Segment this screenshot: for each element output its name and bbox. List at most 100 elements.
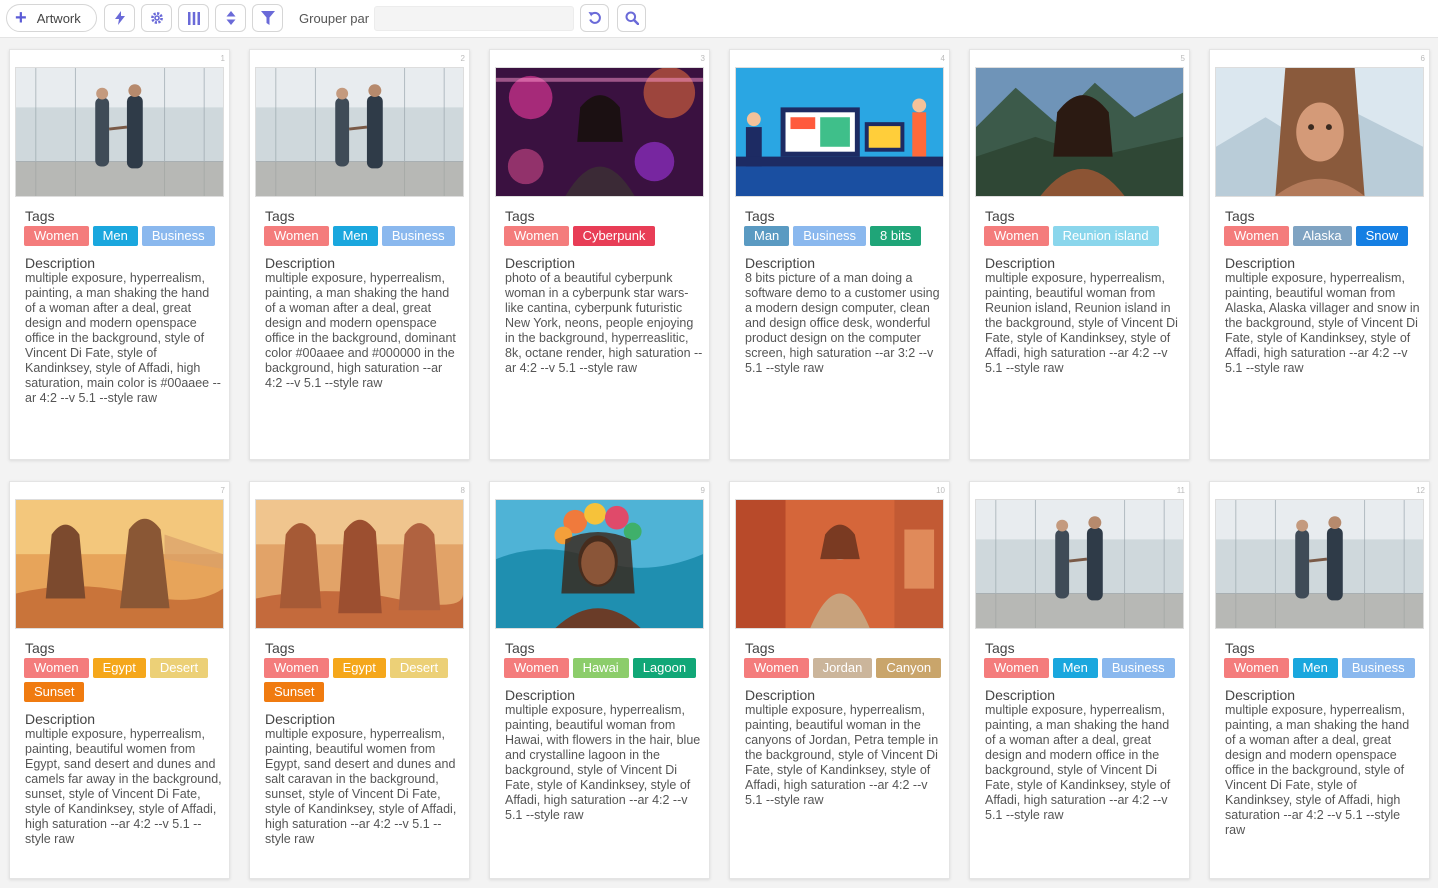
tag-list: Man Business 8 bits xyxy=(744,226,944,246)
tag-list: Women Men Business xyxy=(264,226,464,246)
tag-badge[interactable]: Business xyxy=(381,226,455,246)
tag-badge[interactable]: Jordan xyxy=(812,658,873,678)
add-artwork-button[interactable]: + Artwork xyxy=(6,4,97,32)
tag-badge[interactable]: Business xyxy=(141,226,215,246)
tag-badge[interactable]: Desert xyxy=(149,658,209,678)
artwork-card[interactable]: 5 Tags Women Reunion island Description multi… xyxy=(969,49,1190,460)
card-number: 2 xyxy=(460,54,465,63)
description-text: multiple exposure, hyperrealism, paintin… xyxy=(265,727,457,846)
filter-button[interactable] xyxy=(252,4,283,32)
tag-badge[interactable]: Sunset xyxy=(264,682,325,702)
tag-badge[interactable]: Alaska xyxy=(1292,226,1352,246)
tag-badge[interactable]: Hawai xyxy=(572,658,629,678)
artwork-card[interactable]: 4 Tags Man Business 8 bits Description 8 bits … xyxy=(729,49,950,460)
tag-badge[interactable]: Women xyxy=(984,658,1049,678)
egypt-caravan-image[interactable] xyxy=(255,499,464,629)
artwork-card[interactable]: 9 Tags Women Hawai Lagoon Description multiple… xyxy=(489,481,710,879)
tag-badge[interactable]: Business xyxy=(1341,658,1415,678)
tag-list: Women Men Business xyxy=(24,226,224,246)
description-heading: Description xyxy=(985,255,1056,271)
artwork-card[interactable]: 12 Tags Women Men Business Description multipl… xyxy=(1209,481,1430,879)
tag-badge[interactable]: Cyberpunk xyxy=(572,226,656,246)
card-number: 1 xyxy=(220,54,225,63)
tag-badge[interactable]: Men xyxy=(1292,658,1338,678)
tag-badge[interactable]: Women xyxy=(24,226,89,246)
card-number: 9 xyxy=(700,486,705,495)
description-heading: Description xyxy=(265,711,336,727)
description-text: 8 bits picture of a man doing a software… xyxy=(745,271,940,375)
tag-badge[interactable]: Egypt xyxy=(332,658,386,678)
tag-badge[interactable]: Women xyxy=(504,226,569,246)
card-number: 4 xyxy=(940,54,945,63)
business-handshake-image[interactable] xyxy=(1215,499,1424,629)
tag-badge[interactable]: Reunion island xyxy=(1052,226,1159,246)
jordan-woman-image[interactable] xyxy=(735,499,944,629)
artwork-card[interactable]: 11 Tags Women Men Business Description multipl… xyxy=(969,481,1190,879)
egypt-women-image[interactable] xyxy=(15,499,224,629)
description-heading: Description xyxy=(745,687,816,703)
tag-badge[interactable]: Canyon xyxy=(876,658,942,678)
description-text: multiple exposure, hyperrealism, paintin… xyxy=(985,703,1171,822)
columns-icon xyxy=(187,11,200,25)
artwork-card[interactable]: 8 Tags Women Egypt Desert Sunset Description mu… xyxy=(249,481,470,879)
pixel-office-image[interactable] xyxy=(735,67,944,197)
tags-heading: Tags xyxy=(505,640,535,656)
reset-button[interactable] xyxy=(580,4,609,32)
filter-icon xyxy=(260,11,275,25)
business-handshake-image[interactable] xyxy=(975,499,1184,629)
tag-badge[interactable]: Lagoon xyxy=(632,658,697,678)
settings-button[interactable] xyxy=(141,4,172,32)
tag-badge[interactable]: Men xyxy=(92,226,138,246)
business-handshake-image[interactable] xyxy=(15,67,224,197)
columns-button[interactable] xyxy=(178,4,209,32)
artwork-card[interactable]: 1 Tags Women Men Business Description multiple… xyxy=(9,49,230,460)
tag-badge[interactable]: Egypt xyxy=(92,658,146,678)
tag-list: Women Alaska Snow xyxy=(1224,226,1424,246)
tag-badge[interactable]: Men xyxy=(1052,658,1098,678)
tag-list: Women Men Business xyxy=(984,658,1184,678)
tag-badge[interactable]: Women xyxy=(1224,226,1289,246)
artwork-card[interactable]: 7 Tags Women Egypt Desert Sunset Description mu… xyxy=(9,481,230,879)
description-text: multiple exposure, hyperrealism, paintin… xyxy=(1225,271,1420,375)
tag-badge[interactable]: Sunset xyxy=(24,682,85,702)
tag-badge[interactable]: Business xyxy=(793,226,867,246)
tag-list: Women Egypt Desert Sunset xyxy=(264,658,464,702)
description-heading: Description xyxy=(1225,687,1296,703)
tag-badge[interactable]: Women xyxy=(264,226,329,246)
artwork-card[interactable]: 2 Tags Women Men Business Description multiple… xyxy=(249,49,470,460)
hawai-woman-image[interactable] xyxy=(495,499,704,629)
tag-badge[interactable]: Desert xyxy=(389,658,449,678)
tags-heading: Tags xyxy=(1225,208,1255,224)
tags-heading: Tags xyxy=(985,640,1015,656)
artwork-card[interactable]: 3 Tags Women Cyberpunk Description photo of a… xyxy=(489,49,710,460)
tag-badge[interactable]: Women xyxy=(264,658,329,678)
tag-badge[interactable]: Man xyxy=(744,226,790,246)
tag-badge[interactable]: Women xyxy=(1224,658,1289,678)
sort-button[interactable] xyxy=(215,4,246,32)
business-handshake-image[interactable] xyxy=(255,67,464,197)
tag-badge[interactable]: Women xyxy=(24,658,89,678)
tag-badge[interactable]: Snow xyxy=(1355,226,1409,246)
search-button[interactable] xyxy=(617,4,646,32)
tag-badge[interactable]: Business xyxy=(1101,658,1175,678)
alaska-woman-image[interactable] xyxy=(1215,67,1424,197)
group-by-select[interactable] xyxy=(374,6,574,31)
reunion-woman-image[interactable] xyxy=(975,67,1184,197)
tag-badge[interactable]: Men xyxy=(332,226,378,246)
add-artwork-label: Artwork xyxy=(36,10,81,26)
tag-badge[interactable]: Women xyxy=(744,658,809,678)
description-text: multiple exposure, hyperrealism, paintin… xyxy=(1225,703,1410,837)
description-heading: Description xyxy=(985,687,1056,703)
artwork-card[interactable]: 10 Tags Women Jordan Canyon Description multip… xyxy=(729,481,950,879)
description-text: multiple exposure, hyperrealism, paintin… xyxy=(25,727,222,846)
actions-button[interactable] xyxy=(104,4,135,32)
tag-list: Women Hawai Lagoon xyxy=(504,658,704,678)
tag-badge[interactable]: Women xyxy=(984,226,1049,246)
tags-heading: Tags xyxy=(1225,640,1255,656)
tag-list: Women Jordan Canyon xyxy=(744,658,944,678)
tag-badge[interactable]: Women xyxy=(504,658,569,678)
cyberpunk-woman-image[interactable] xyxy=(495,67,704,197)
tags-heading: Tags xyxy=(745,640,775,656)
tag-badge[interactable]: 8 bits xyxy=(870,226,922,246)
artwork-card[interactable]: 6 Tags Women Alaska Snow Description multiple … xyxy=(1209,49,1430,460)
